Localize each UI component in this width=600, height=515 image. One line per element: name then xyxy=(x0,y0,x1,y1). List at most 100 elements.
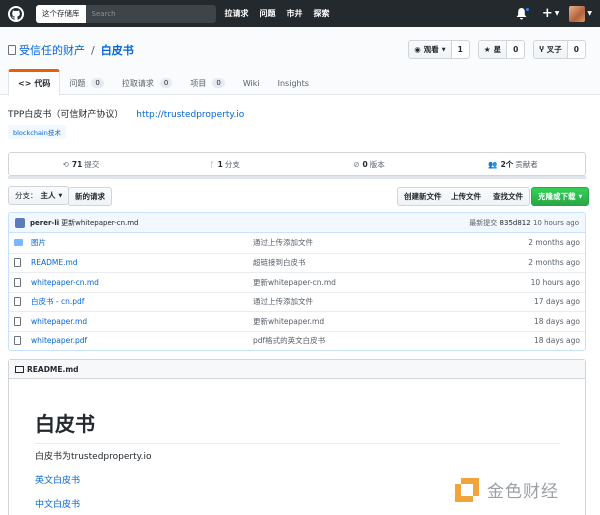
star-button[interactable]: ★ 星 xyxy=(477,40,508,59)
commit-sha-link[interactable]: 835d812 xyxy=(500,219,531,227)
book-icon xyxy=(15,365,24,373)
tab-insights[interactable]: Insights xyxy=(269,70,318,96)
file-icon xyxy=(14,277,26,287)
plus-icon[interactable]: + xyxy=(542,6,553,21)
tag-icon: ⊘ xyxy=(353,159,360,169)
branch-select-label: 分支： xyxy=(15,191,38,200)
commit-message-link[interactable]: 更新whitepaper-cn.md xyxy=(61,218,138,228)
watch-count[interactable]: 1 xyxy=(451,40,470,59)
file-age: 10 hours ago xyxy=(530,277,580,287)
tab-code[interactable]: <> 代码 xyxy=(8,69,61,96)
avatar[interactable] xyxy=(15,217,25,228)
star-label: 星 xyxy=(493,45,502,54)
file-name-link[interactable]: 图片 xyxy=(31,237,253,248)
watermark: 金色财经 xyxy=(455,477,559,502)
new-pull-request-button[interactable]: 新的请求 xyxy=(68,187,112,206)
tab-issues[interactable]: 问题 0 xyxy=(60,70,112,96)
file-age: 18 days ago xyxy=(534,316,580,326)
tab-pull-requests[interactable]: 拉取请求 0 xyxy=(113,70,181,96)
latest-commit-info: 最新提交 835d812 10 hours ago xyxy=(469,218,579,228)
commits-summary[interactable]: ⟲ 71 提交 xyxy=(9,153,153,175)
tab-label: 拉取请求 xyxy=(121,78,154,88)
repo-actions: ◉ 观看 ▼ 1 ★ 星 0 Ⴤ 叉子 0 xyxy=(408,40,586,59)
file-name-link[interactable]: whitepaper-cn.md xyxy=(31,278,253,287)
releases-count: 0 xyxy=(362,159,368,169)
create-file-button[interactable]: 创建新文件 xyxy=(397,187,449,206)
tab-label: 项目 xyxy=(190,78,207,88)
search-input[interactable]: Search xyxy=(85,4,216,23)
file-name-link[interactable]: README.md xyxy=(31,258,253,267)
fork-icon: Ⴤ xyxy=(539,45,544,54)
file-name-link[interactable]: 白皮书 - cn.pdf xyxy=(31,296,253,307)
nav-pull-requests[interactable]: 拉请求 xyxy=(225,8,249,19)
homepage-link[interactable]: http://trustedproperty.io xyxy=(136,110,244,120)
chevron-down-icon[interactable]: ▼ xyxy=(555,10,560,17)
branches-label: 分支 xyxy=(224,159,240,169)
language-bar xyxy=(8,176,586,179)
contributors-summary[interactable]: 👥 2个 贡献者 xyxy=(441,153,585,175)
branch-name: 主人 xyxy=(40,191,56,200)
chevron-down-icon[interactable]: ▼ xyxy=(587,10,592,17)
commits-label: 提交 xyxy=(84,159,100,169)
tab-wiki[interactable]: Wiki xyxy=(234,70,269,96)
notification-bell-icon[interactable] xyxy=(516,6,530,20)
file-name-link[interactable]: whitepaper.md xyxy=(31,317,253,326)
avatar[interactable] xyxy=(569,5,586,22)
tab-counter: 0 xyxy=(159,78,173,88)
file-commit-message[interactable]: 超链接到白皮书 xyxy=(253,257,528,268)
file-icon xyxy=(14,258,26,268)
upload-file-button[interactable]: 上传文件 xyxy=(445,187,488,206)
fork-count[interactable]: 0 xyxy=(567,40,586,59)
tab-counter: 0 xyxy=(212,78,225,88)
chevron-down-icon: ▼ xyxy=(578,193,583,200)
branches-count: 1 xyxy=(217,159,223,169)
github-logo-icon[interactable] xyxy=(8,5,24,22)
latest-commit-label: 最新提交 xyxy=(469,218,498,227)
readme-link-english[interactable]: 英文白皮书 xyxy=(35,473,80,486)
top-nav: 拉请求 问题 市井 探索 xyxy=(225,8,341,19)
watermark-logo-icon xyxy=(455,477,479,502)
repo-tabs: <> 代码 问题 0 拉取请求 0 项目 0 Wiki Insights xyxy=(8,69,318,96)
nav-explore[interactable]: 探索 xyxy=(314,8,330,19)
star-count[interactable]: 0 xyxy=(507,40,526,59)
file-commit-message[interactable]: 通过上传添加文件 xyxy=(253,237,528,248)
tab-projects[interactable]: 项目 0 xyxy=(181,70,233,96)
file-age: 18 days ago xyxy=(534,336,580,346)
file-icon xyxy=(14,297,26,307)
clone-download-button[interactable]: 克隆或下载 ▼ xyxy=(531,187,590,206)
file-commit-message[interactable]: 更新whitepaper.md xyxy=(253,316,534,327)
readme-link-chinese[interactable]: 中文白皮书 xyxy=(35,497,80,510)
commit-age: 10 hours ago xyxy=(532,218,579,227)
people-icon: 👥 xyxy=(488,159,498,169)
commit-author-link[interactable]: perer-li xyxy=(30,219,59,227)
tab-label: Insights xyxy=(277,78,309,88)
contributors-count: 2个 xyxy=(500,159,514,169)
releases-summary[interactable]: ⊘ 0 版本 xyxy=(297,153,441,175)
readme-paragraph: 白皮书为trustedproperty.io xyxy=(35,452,152,462)
table-row: 白皮书 - cn.pdf 通过上传添加文件 17 days ago xyxy=(9,291,585,312)
repo-name-link[interactable]: 白皮书 xyxy=(101,42,134,58)
file-name-link[interactable]: whitepaper.pdf xyxy=(31,336,253,345)
watermark-text: 金色财经 xyxy=(487,482,559,502)
releases-label: 版本 xyxy=(369,159,385,169)
repo-description: TPP白皮书（可信财产协议） http://trustedproperty.io xyxy=(8,107,244,120)
topic-tag[interactable]: blockchain技术 xyxy=(8,125,66,139)
description-text: TPP白皮书（可信财产协议） xyxy=(8,110,124,120)
file-table: perer-li 更新whitepaper-cn.md 最新提交 835d812… xyxy=(8,212,586,351)
file-commit-message[interactable]: 通过上传添加文件 xyxy=(253,296,534,307)
watch-label: 观看 xyxy=(423,45,439,54)
eye-icon: ◉ xyxy=(414,45,421,54)
branch-select-button[interactable]: 分支： 主人 ▼ xyxy=(8,186,70,205)
nav-issues[interactable]: 问题 xyxy=(260,8,276,19)
file-icon xyxy=(14,336,26,346)
path-separator: / xyxy=(91,43,95,57)
branches-summary[interactable]: ᚴ 1 分支 xyxy=(153,153,297,175)
nav-marketplace[interactable]: 市井 xyxy=(287,8,303,19)
watch-button[interactable]: ◉ 观看 ▼ xyxy=(408,40,452,59)
file-commit-message[interactable]: 更新whitepaper-cn.md xyxy=(253,277,531,288)
fork-button[interactable]: Ⴤ 叉子 xyxy=(533,40,568,59)
find-file-button[interactable]: 查找文件 xyxy=(487,187,530,206)
repo-owner-link[interactable]: 受信任的财产 xyxy=(19,42,85,58)
file-commit-message[interactable]: pdf格式的英文白皮书 xyxy=(253,335,534,346)
file-icon xyxy=(14,316,26,326)
